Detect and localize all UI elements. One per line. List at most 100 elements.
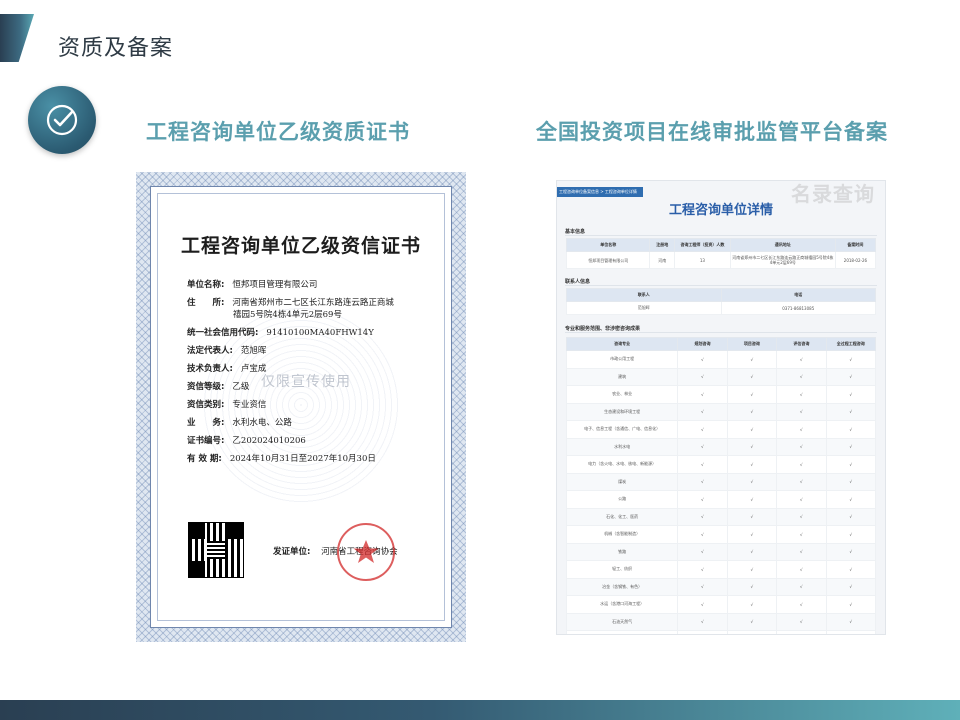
table-row: 电力（含火电、水电、核电、新能源） √ √ √ √ [565, 455, 877, 474]
table-row: 水利水电 √ √ √ √ [565, 437, 877, 456]
scope-check-cell: √ [776, 350, 827, 369]
scope-check-cell: √ [726, 455, 778, 474]
scope-discipline-cell: 电子、信息工程（含通信、广电、信息化） [565, 420, 679, 439]
scope-check-cell: √ [726, 542, 778, 561]
scope-check-cell: √ [776, 437, 827, 456]
red-seal-icon [337, 523, 395, 581]
scope-check-cell: √ [825, 507, 877, 526]
scope-check-cell: √ [677, 455, 728, 474]
certificate-field-value: 2024年10月31日至2027年10月30日 [229, 454, 376, 464]
basic-cell-date: 2018-02-26 [834, 251, 877, 269]
section-title-platform: 全国投资项目在线审批监管平台备案 [536, 120, 888, 144]
certificate-title: 工程咨询单位乙级资信证书 [180, 235, 421, 257]
scope-check-cell: √ [776, 525, 827, 544]
qualification-certificate: 工程咨询单位乙级资信证书 单位名称: 恒邦项目管理有限公司住 所: 河南省郑州市二七… [136, 172, 466, 642]
basic-header-date: 备案时间 [834, 238, 877, 252]
section-title-certificate: 工程咨询单位乙级资质证书 [146, 120, 410, 144]
scope-check-cell: √ [726, 630, 778, 634]
basic-cell-address: 河南省郑州市二七区长江东路连云路正商城禧园5号院4栋4单元2层69号 [729, 251, 836, 269]
table-row: 铁路 √ √ √ √ [565, 542, 877, 561]
certificate-field-value: 河南省郑州市二七区长江东路连云路正商城 [232, 298, 394, 308]
scope-check-cell: √ [776, 542, 827, 561]
certificate-field-label: 证书编号: [187, 436, 225, 446]
scope-check-cell: √ [825, 385, 877, 404]
certificate-field-value: 91410100MA40FHW14Y [266, 328, 374, 338]
platform-registration-page: 工程咨询单位备案信息 > 工程咨询单位详情 名录查询 工程咨询单位详情 基本信息… [556, 180, 886, 635]
seal-star-icon [353, 540, 379, 563]
certificate-field-value: 禧园5号院4栋4单元2层69号 [233, 310, 342, 320]
scope-check-cell: √ [726, 420, 778, 439]
scope-check-cell: √ [677, 420, 728, 439]
scope-table: 咨询专业 规划咨询 项目咨询 评估咨询 全过程工程咨询 市政公用工程 √ √ √ √ 建筑… [565, 337, 877, 634]
basic-cell-name: 恒邦项目管理有限公司 [565, 251, 651, 269]
table-row: 石化、化工、医药 √ √ √ √ [565, 507, 877, 526]
scope-check-cell: √ [726, 402, 778, 421]
certificate-field-row: 业 务: 水利水电、公路 [187, 417, 431, 429]
contact-info-table: 联系人 电话 范旭晖 0371-86813085 [566, 288, 876, 315]
certificate-field-label: 资信等级: [187, 382, 225, 392]
breadcrumb[interactable]: 工程咨询单位备案信息 > 工程咨询单位详情 [557, 187, 643, 197]
scope-check-cell: √ [776, 612, 827, 631]
detail-title: 工程咨询单位详情 [668, 203, 773, 218]
scope-discipline-cell: 其他（节能） [565, 630, 679, 634]
scope-heading: 专业和服务范围、非涉密咨询成果 [565, 326, 878, 333]
certificate-field-label: 技术负责人: [187, 364, 233, 374]
certificate-field-value: 专业资信 [232, 400, 267, 410]
page-title: 资质及备案 [58, 36, 174, 61]
certificate-inner-panel: 工程咨询单位乙级资信证书 单位名称: 恒邦项目管理有限公司住 所: 河南省郑州市二七… [150, 186, 452, 628]
scope-discipline-cell: 水运（含港口河海工程） [565, 595, 679, 614]
scope-discipline-cell: 市政公用工程 [565, 350, 679, 369]
scope-discipline-cell: 农业、林业 [565, 385, 679, 404]
scope-check-cell: √ [825, 420, 877, 439]
scope-check-cell: √ [825, 472, 877, 491]
basic-header-name: 单位名称 [565, 238, 651, 252]
scope-check-cell: √ [825, 402, 877, 421]
scope-check-cell: √ [677, 367, 728, 386]
scope-header-discipline: 咨询专业 [565, 337, 679, 351]
table-row: 轻工、纺织 √ √ √ √ [565, 560, 877, 579]
certificate-field-label: 资信类别: [187, 400, 225, 410]
scope-check-cell: √ [825, 490, 877, 509]
certificate-field-value: 恒邦项目管理有限公司 [232, 280, 318, 290]
scope-check-cell: √ [825, 560, 877, 579]
basic-info-heading: 基本信息 [565, 229, 878, 236]
scope-check-cell: √ [825, 525, 877, 544]
scope-check-cell: √ [776, 630, 827, 634]
scope-check-cell: √ [726, 595, 778, 614]
basic-header-engineers: 咨询工程师（投资）人数 [674, 238, 731, 252]
scope-check-cell: √ [677, 507, 728, 526]
scope-discipline-cell: 公路 [565, 490, 679, 509]
scope-check-cell: √ [726, 490, 778, 509]
scope-check-cell: √ [677, 577, 728, 596]
scope-discipline-cell: 建筑 [565, 367, 679, 386]
scope-check-cell: √ [677, 472, 728, 491]
corner-accent-bar [0, 14, 34, 62]
certificate-field-row: 证书编号: 乙202024010206 [187, 435, 431, 447]
table-row: 水运（含港口河海工程） √ √ √ √ [565, 595, 877, 614]
contact-cell-phone: 0371-86813085 [720, 301, 876, 315]
scope-header-evaluation: 评估咨询 [776, 337, 827, 351]
scope-check-cell: √ [825, 455, 877, 474]
certificate-field-row: 法定代表人: 范旭晖 [187, 345, 431, 357]
scope-check-cell: √ [677, 490, 728, 509]
scope-discipline-cell: 水利水电 [565, 437, 679, 456]
scope-check-cell: √ [726, 350, 778, 369]
contact-header-person: 联系人 [566, 288, 722, 302]
certificate-field-value: 乙级 [232, 382, 250, 392]
basic-header-region: 注册地 [649, 238, 676, 252]
scope-check-cell: √ [677, 525, 728, 544]
watermark: 仅限宣传使用 [261, 374, 351, 390]
table-row: 电子、信息工程（含通信、广电、信息化） √ √ √ √ [565, 420, 877, 439]
table-row: 冶金（含钢铁、有色） √ √ √ √ [565, 577, 877, 596]
table-row: 建筑 √ √ √ √ [565, 367, 877, 386]
scope-check-cell: √ [776, 507, 827, 526]
scope-check-cell: √ [677, 350, 728, 369]
basic-header-address: 通讯地址 [729, 238, 836, 252]
scope-check-cell: √ [677, 402, 728, 421]
scope-check-cell: √ [825, 542, 877, 561]
scope-check-cell: √ [776, 402, 827, 421]
certificate-field-label: 住 所: [187, 298, 225, 308]
scope-check-cell: √ [776, 455, 827, 474]
scope-discipline-cell: 铁路 [565, 542, 679, 561]
scope-check-cell: √ [677, 612, 728, 631]
